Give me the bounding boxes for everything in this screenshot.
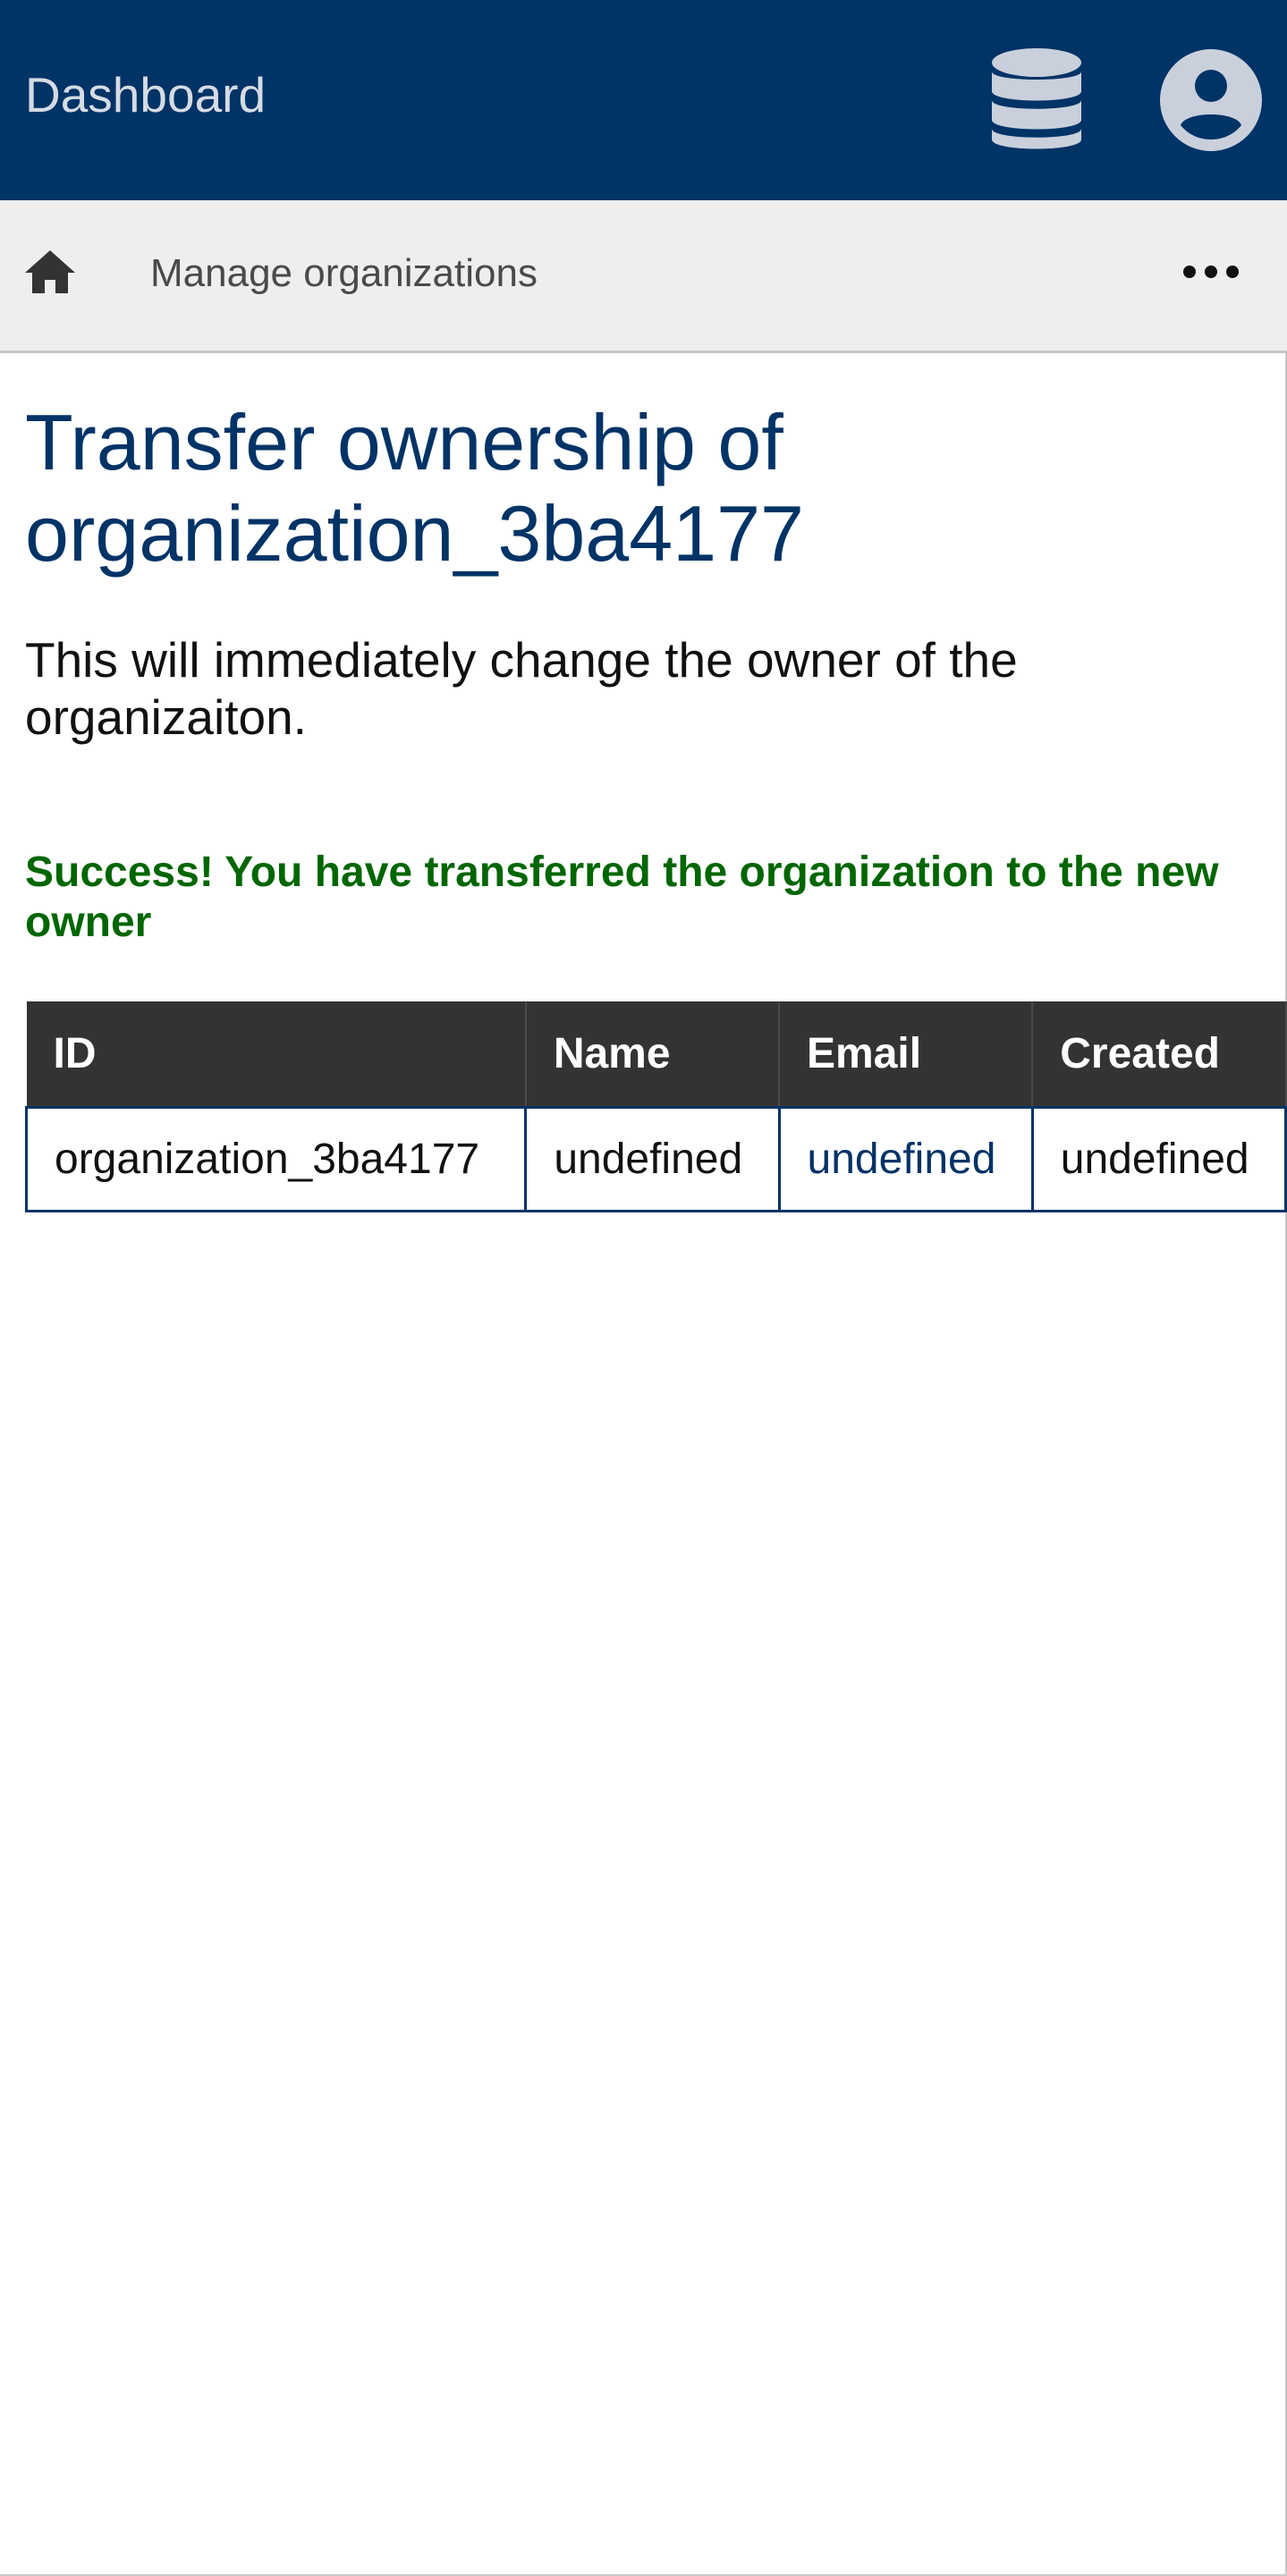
cell-created: undefined: [1030, 1105, 1287, 1212]
table-header-row: ID Name Email Created: [26, 1001, 1287, 1107]
email-link[interactable]: undefined: [808, 1136, 996, 1183]
breadcrumb: Manage organizations: [0, 200, 1287, 353]
page-title: Transfer ownership of organization_3ba41…: [25, 398, 804, 578]
page-description: This will immediately change the owner o…: [25, 632, 1018, 745]
page-frame: [0, 0, 1287, 2576]
home-button[interactable]: [23, 245, 77, 299]
success-message: Success! You have transferred the organi…: [25, 849, 1219, 946]
more-horizontal-icon: [1183, 266, 1239, 278]
account-button[interactable]: [1159, 48, 1263, 152]
more-options-button[interactable]: [1182, 254, 1240, 290]
column-header-name: Name: [525, 1001, 781, 1107]
table-row: organization_3ba4177 undefined undefined…: [24, 1105, 1287, 1212]
cell-name: undefined: [524, 1105, 781, 1212]
cell-id: organization_3ba4177: [24, 1105, 528, 1212]
database-button[interactable]: [987, 46, 1086, 154]
column-header-email: Email: [779, 1001, 1034, 1107]
column-header-id: ID: [26, 1001, 527, 1107]
cell-email: undefined: [777, 1105, 1034, 1212]
column-header-created: Created: [1032, 1001, 1287, 1107]
breadcrumb-manage-organizations[interactable]: Manage organizations: [150, 250, 538, 297]
organization-table: ID Name Email Created organization_3ba41…: [24, 1001, 1287, 1212]
account-circle-icon: [1160, 49, 1262, 151]
home-icon: [25, 250, 75, 293]
dashboard-brand-link[interactable]: Dashboard: [25, 65, 266, 124]
database-icon: [992, 48, 1081, 149]
top-navbar: Dashboard: [0, 0, 1287, 200]
